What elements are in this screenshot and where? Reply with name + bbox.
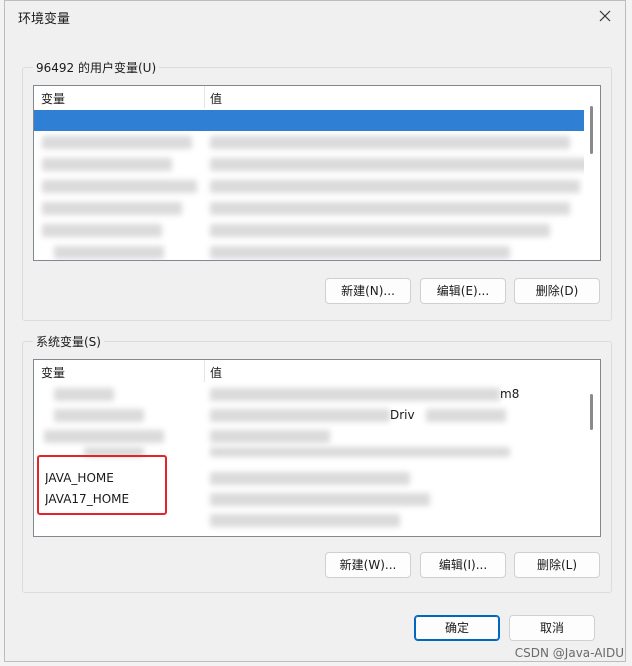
table-row[interactable] [34, 426, 584, 447]
system-delete-button[interactable]: 删除(L) [514, 552, 600, 578]
table-row[interactable] [34, 220, 584, 241]
table-row[interactable] [34, 242, 584, 260]
user-edit-button[interactable]: 编辑(E)... [420, 278, 506, 304]
user-variables-label: 96492 的用户变量(U) [33, 59, 160, 76]
scroll-thumb[interactable] [590, 106, 593, 154]
cancel-button[interactable]: 取消 [509, 615, 595, 641]
user-new-button[interactable]: 新建(N)... [325, 278, 411, 304]
watermark: CSDN @Java-AIDU [514, 646, 624, 660]
table-row[interactable] [34, 110, 584, 131]
table-row[interactable]: Driv [34, 405, 584, 426]
column-header-variable[interactable]: 变量 [41, 90, 65, 107]
table-row[interactable] [34, 176, 584, 197]
annotation-highlight-box [37, 455, 167, 515]
column-header-value[interactable]: 值 [210, 90, 222, 107]
system-variables-scrollbar[interactable] [584, 360, 600, 536]
user-variables-scrollbar[interactable] [584, 86, 600, 260]
table-row[interactable] [34, 132, 584, 153]
window-title: 环境变量 [18, 12, 71, 27]
user-variables-header: 变量 值 [34, 86, 584, 108]
user-delete-button[interactable]: 删除(D) [514, 278, 600, 304]
environment-variables-dialog: 环境变量 96492 的用户变量(U) 变量 值 新建(N)... 编辑(E).… [4, 0, 626, 662]
scroll-thumb[interactable] [590, 394, 593, 430]
column-header-value[interactable]: 值 [210, 364, 222, 381]
system-new-button[interactable]: 新建(W)... [325, 552, 411, 578]
table-row[interactable] [34, 154, 590, 175]
ok-button[interactable]: 确定 [414, 615, 500, 641]
system-edit-button[interactable]: 编辑(I)... [420, 552, 506, 578]
title-bar: 环境变量 [5, 1, 625, 31]
system-variables-label: 系统变量(S) [33, 333, 104, 350]
user-variables-list[interactable]: 变量 值 [33, 85, 601, 261]
system-variables-header: 变量 值 [34, 360, 584, 382]
table-row[interactable] [34, 198, 584, 219]
system-var-value: m8 [500, 387, 520, 401]
column-header-variable[interactable]: 变量 [41, 364, 65, 381]
close-icon [599, 10, 611, 22]
system-var-value: Driv [390, 408, 415, 422]
close-button[interactable] [589, 3, 621, 29]
table-row[interactable]: m8 [34, 384, 584, 405]
